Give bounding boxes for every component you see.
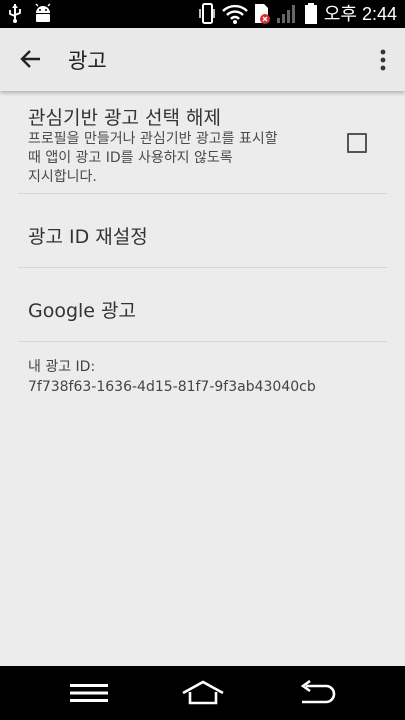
page-title: 광고 <box>68 49 107 73</box>
opt-out-summary: 프로필을 만들거나 관심기반 광고를 표시할 때 앱이 광고 ID를 사용하지 … <box>28 130 318 187</box>
signal-icon <box>276 5 295 23</box>
status-left-icons <box>8 3 54 23</box>
opt-out-preference[interactable]: 관심기반 광고 선택 해제 프로필을 만들거나 관심기반 광고를 표시할 때 앱… <box>18 91 387 194</box>
opt-out-summary-line: 지시합니다. <box>28 169 97 185</box>
navigation-bar <box>0 666 405 720</box>
menu-icon[interactable] <box>70 683 108 703</box>
arrow-back-icon[interactable] <box>18 46 44 72</box>
vibrate-icon <box>199 3 215 24</box>
more-vert-icon[interactable] <box>379 47 387 73</box>
battery-icon <box>304 3 317 24</box>
app-bar: 광고 <box>0 28 405 91</box>
status-time: 오후 2:44 <box>323 4 397 24</box>
google-ads-preference[interactable]: Google 광고 <box>18 268 387 342</box>
google-ads-title: Google 광고 <box>28 300 137 322</box>
reset-ad-id-preference[interactable]: 광고 ID 재설정 <box>18 194 387 268</box>
status-bar: 오후 2:44 <box>0 0 405 28</box>
ad-id-value: 7f738f63-1636-4d15-81f7-9f3ab43040cb <box>28 379 316 395</box>
ad-id-label: 내 광고 ID: <box>28 359 96 375</box>
opt-out-checkbox[interactable] <box>347 133 367 153</box>
opt-out-summary-line: 때 앱이 광고 ID를 사용하지 않도록 <box>28 150 233 166</box>
android-debug-icon <box>35 3 51 22</box>
sim-error-icon <box>254 4 270 24</box>
opt-out-summary-line: 프로필을 만들거나 관심기반 광고를 표시할 <box>28 131 278 147</box>
wifi-icon <box>221 4 248 24</box>
home-icon[interactable] <box>180 680 226 706</box>
reset-ad-id-title: 광고 ID 재설정 <box>28 226 148 248</box>
usb-icon <box>9 4 21 23</box>
back-icon[interactable] <box>296 680 338 706</box>
ad-id-info: 내 광고 ID: 7f738f63-1636-4d15-81f7-9f3ab43… <box>28 357 316 397</box>
status-right-icons: 오후 2:44 <box>198 3 397 25</box>
settings-list: 관심기반 광고 선택 해제 프로필을 만들거나 관심기반 광고를 표시할 때 앱… <box>0 91 405 395</box>
opt-out-title: 관심기반 광고 선택 해제 <box>28 107 221 129</box>
